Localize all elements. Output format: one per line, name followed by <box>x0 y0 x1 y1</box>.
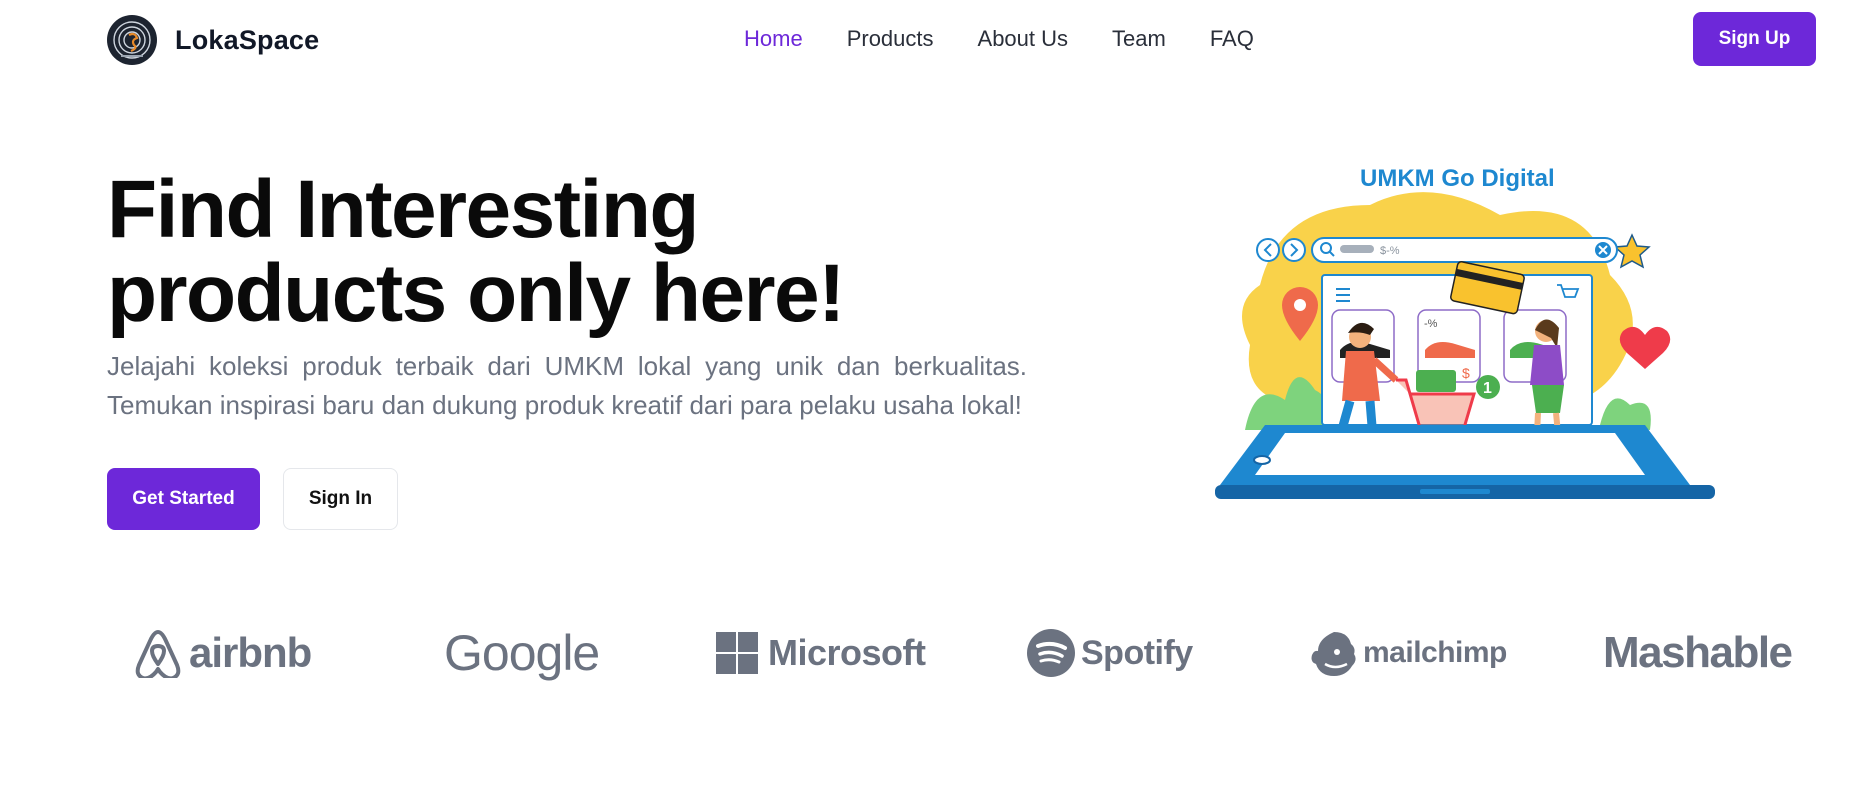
hero-title-line-2: products only here! <box>107 248 845 339</box>
brand[interactable]: LokaSpace <box>107 15 319 65</box>
nav-link-about-us[interactable]: About Us <box>978 26 1069 52</box>
spotify-icon <box>1027 629 1075 677</box>
partner-logo-microsoft: Microsoft <box>716 618 926 688</box>
partner-name-google: Google <box>444 625 600 681</box>
partner-logo-google: Google <box>444 618 600 688</box>
nav-link-home[interactable]: Home <box>744 26 803 52</box>
cart-count-badge: 1 <box>1483 380 1492 397</box>
partner-logo-spotify: Spotify <box>1027 618 1193 688</box>
mailchimp-icon <box>1311 632 1356 676</box>
get-started-button[interactable]: Get Started <box>107 468 260 530</box>
sign-up-button[interactable]: Sign Up <box>1693 12 1816 66</box>
search-placeholder-text: $-% <box>1380 245 1400 257</box>
illustration-title: UMKM Go Digital <box>1360 165 1555 192</box>
brand-name: LokaSpace <box>175 24 320 55</box>
partner-name-microsoft: Microsoft <box>768 632 926 673</box>
hero-title-line-1: Find Interesting <box>107 164 700 255</box>
partner-logo-mashable: Mashable <box>1603 618 1793 688</box>
partner-name-mashable: Mashable <box>1603 628 1793 677</box>
sign-in-button[interactable]: Sign In <box>283 468 398 530</box>
partner-name-spotify: Spotify <box>1081 633 1193 672</box>
hero-title: Find Interesting products only here! <box>107 168 1007 336</box>
main-nav: Home Products About Us Team FAQ <box>744 26 1298 52</box>
nav-link-products[interactable]: Products <box>847 26 934 52</box>
partner-logo-mailchimp: mailchimp <box>1311 618 1507 688</box>
partner-logos: airbnb Google Microsoft Spotify mailchim… <box>0 618 1858 688</box>
windows-grid-icon <box>716 632 758 674</box>
hero-description: Jelajahi koleksi produk terbaik dari UMK… <box>107 351 1027 420</box>
svg-text:$: $ <box>1462 365 1470 381</box>
partner-logo-airbnb: airbnb <box>135 618 312 688</box>
nav-link-faq[interactable]: FAQ <box>1210 26 1254 52</box>
nav-link-team[interactable]: Team <box>1112 26 1166 52</box>
star-icon <box>1613 233 1651 269</box>
partner-name-mailchimp: mailchimp <box>1363 636 1507 669</box>
top-navbar: LokaSpace Home Products About Us Team FA… <box>0 0 1858 82</box>
partner-name-airbnb: airbnb <box>189 629 312 676</box>
heart-icon <box>1619 326 1671 369</box>
brand-logo-icon <box>107 15 157 65</box>
airbnb-icon <box>135 630 181 678</box>
umkm-illustration-art: $-% -% $ 1 <box>1215 192 1715 499</box>
hero-illustration: UMKM Go Digital $-% -% $ 1 <box>1200 155 1720 540</box>
svg-text:-%: -% <box>1424 318 1438 330</box>
